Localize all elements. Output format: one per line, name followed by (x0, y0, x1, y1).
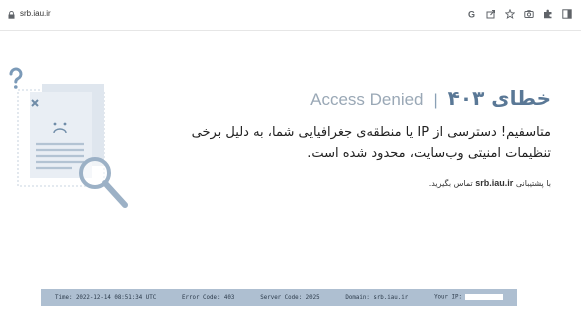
document-illustration (9, 67, 128, 208)
contact-suffix: تماس بگیرید. (428, 179, 473, 188)
google-icon[interactable]: G (466, 8, 478, 20)
footer-ip-label: Your IP: (434, 294, 462, 301)
error-title-persian: خطای ۴۰۳ (447, 86, 551, 110)
footer-server-code: Server Code: 2025 (260, 294, 320, 301)
support-domain-link[interactable]: srb.iau.ir (475, 178, 513, 188)
question-mark-icon (9, 67, 23, 89)
error-title-english: Access Denied (310, 90, 424, 109)
contact-prefix: با پشتیبانی (515, 179, 551, 188)
footer-ip: Your IP: (434, 294, 503, 301)
share-icon[interactable] (485, 8, 497, 20)
footer-domain: Domain: srb.iau.ir (345, 294, 409, 301)
toolbar-actions: G (466, 8, 573, 20)
camera-icon[interactable] (523, 8, 535, 20)
error-message: متاسفیم! دسترسی از IP یا منطقه‌ی جغرافیا… (191, 125, 551, 161)
footer-error-code: Error Code: 403 (182, 294, 235, 301)
browser-toolbar: srb.iau.ir G (0, 0, 581, 31)
page-title: خطای ۴۰۳ | Access Denied (310, 86, 551, 110)
address-bar-url[interactable]: srb.iau.ir (20, 9, 51, 18)
redacted-ip (464, 294, 503, 301)
support-contact: با پشتیبانی srb.iau.ir تماس بگیرید. (429, 178, 551, 188)
extensions-icon[interactable] (542, 8, 554, 20)
sidebar-icon[interactable] (561, 8, 573, 20)
footer-time: Time: 2022-12-14 08:51:34 UTC (55, 294, 157, 301)
title-separator: | (433, 92, 438, 109)
lock-icon[interactable] (8, 11, 15, 19)
svg-text:G: G (468, 10, 475, 20)
error-details-bar: Time: 2022-12-14 08:51:34 UTC Error Code… (41, 289, 517, 306)
magnifier-icon (79, 157, 128, 208)
star-icon[interactable] (504, 8, 516, 20)
